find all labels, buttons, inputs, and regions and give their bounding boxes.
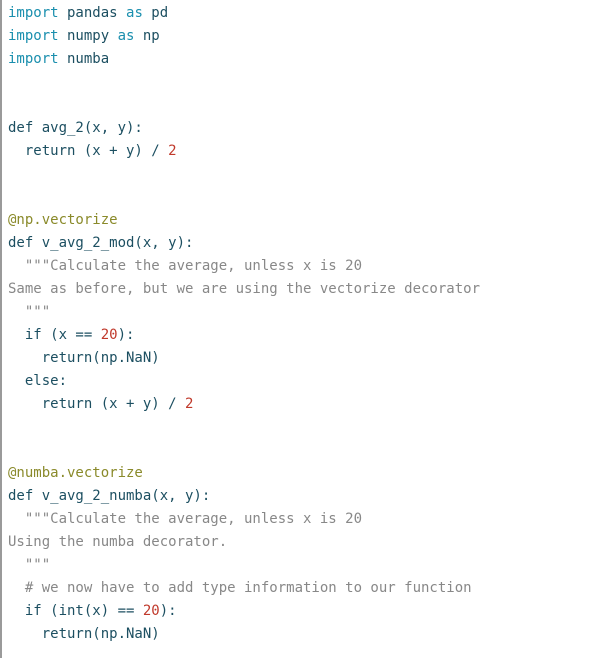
code-token-plain: return(np.NaN): [8, 626, 160, 642]
code-line: """: [8, 554, 593, 577]
code-token-plain: else:: [8, 373, 68, 389]
code-token-plain: def v_avg_2_numba(x, y):: [8, 488, 211, 504]
code-line: """: [8, 301, 593, 324]
code-token-dec: @numba.vectorize: [8, 465, 143, 481]
code-token-kw: import: [8, 28, 59, 44]
code-line: def v_avg_2_mod(x, y):: [8, 232, 593, 255]
code-line: import numpy as np: [8, 25, 593, 48]
code-token-plain: numba: [58, 51, 110, 67]
code-line: return(np.NaN): [8, 623, 593, 646]
code-line: import pandas as pd: [8, 2, 593, 25]
code-line: @np.vectorize: [8, 209, 593, 232]
code-token-doc: """Calculate the average, unless x is 20: [8, 258, 363, 274]
code-token-plain: return (x + y) /: [8, 396, 186, 412]
code-line: if (int(x) == 20):: [8, 600, 593, 623]
code-line: """Calculate the average, unless x is 20: [8, 255, 593, 278]
code-token-plain: if (int(x) ==: [8, 603, 143, 619]
code-token-doc: Using the numba decorator.: [8, 534, 228, 550]
code-line-list: import pandas as pd import numpy as np imp…: [8, 2, 593, 646]
code-token-plain: return(np.NaN): [8, 350, 160, 366]
code-line: if (x == 20):: [8, 324, 593, 347]
code-token-doc: Same as before, but we are using the vec…: [8, 281, 481, 297]
code-token-plain: ):: [159, 603, 177, 619]
code-line: def v_avg_2_numba(x, y):: [8, 485, 593, 508]
code-token-num: 20: [142, 603, 160, 619]
code-line: return (x + y) / 2: [8, 393, 593, 416]
code-token-num: 2: [185, 396, 194, 412]
code-token-doc: """: [8, 557, 51, 573]
code-line: return(np.NaN): [8, 347, 593, 370]
code-token-com: # we now have to add type information to…: [8, 580, 472, 596]
code-token-plain: pandas: [58, 5, 127, 21]
code-token-plain: ):: [117, 327, 135, 343]
code-token-dec: @np.vectorize: [8, 212, 118, 228]
code-block[interactable]: import pandas as pd import numpy as np imp…: [0, 0, 593, 658]
code-token-plain: pd: [142, 5, 169, 21]
code-token-plain: np: [134, 28, 160, 44]
code-line: import numba: [8, 48, 593, 71]
code-line: def avg_2(x, y):: [8, 117, 593, 140]
code-token-plain: if (x ==: [8, 327, 101, 343]
code-line: Using the numba decorator.: [8, 531, 593, 554]
code-token-doc: """: [8, 304, 51, 320]
code-line: # we now have to add type information to…: [8, 577, 593, 600]
code-token-plain: def v_avg_2_mod(x, y):: [8, 235, 194, 251]
code-token-plain: return (x + y) /: [8, 143, 169, 159]
code-token-kw: as: [126, 5, 143, 21]
code-line: return (x + y) / 2: [8, 140, 593, 163]
code-token-kw: import: [8, 51, 59, 67]
code-token-doc: """Calculate the average, unless x is 20: [8, 511, 363, 527]
code-token-kw: as: [117, 28, 135, 44]
code-token-num: 2: [168, 143, 177, 159]
code-token-num: 20: [100, 327, 118, 343]
code-line: Same as before, but we are using the vec…: [8, 278, 593, 301]
code-line: """Calculate the average, unless x is 20: [8, 508, 593, 531]
code-token-plain: def avg_2(x, y):: [8, 120, 143, 136]
code-line: @numba.vectorize: [8, 462, 593, 485]
code-token-plain: numpy: [58, 28, 118, 44]
code-token-kw: import: [8, 5, 59, 21]
code-line: else:: [8, 370, 593, 393]
